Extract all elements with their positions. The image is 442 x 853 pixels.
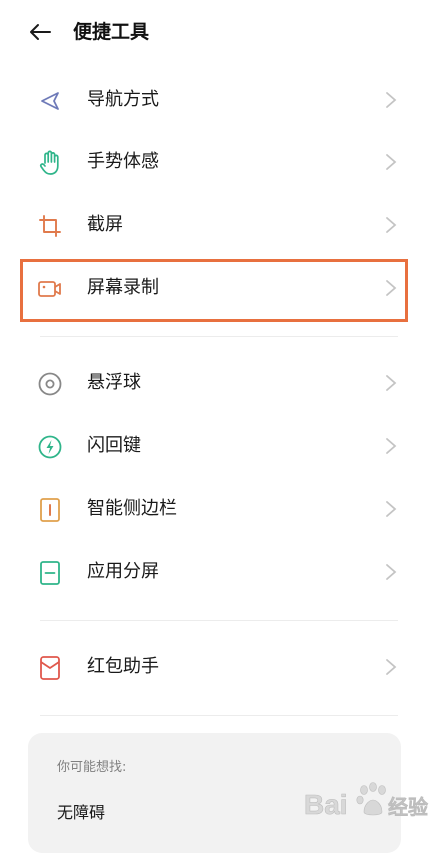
suggestions-heading: 你可能想找: <box>57 760 127 775</box>
menu-item-floating-ball[interactable]: 悬浮球 <box>0 352 442 414</box>
divider <box>40 336 398 337</box>
arrow-left-icon <box>30 24 51 40</box>
hand-gesture-icon <box>36 149 64 177</box>
menu-item-label: 悬浮球 <box>87 372 141 393</box>
app-header: 便捷工具 <box>0 0 442 64</box>
red-envelope-icon <box>36 654 64 682</box>
divider <box>40 715 398 716</box>
menu-item-navigation[interactable]: 导航方式 <box>0 69 442 131</box>
menu-item-smart-sidebar[interactable]: 智能侧边栏 <box>0 478 442 540</box>
chevron-right-icon <box>386 217 397 233</box>
menu-item-label: 闪回键 <box>87 435 141 456</box>
chevron-right-icon <box>386 438 397 454</box>
flash-back-icon <box>36 433 64 461</box>
chevron-right-icon <box>386 92 397 108</box>
suggestion-item[interactable]: 无障碍 <box>57 801 105 825</box>
highlight-box <box>20 259 408 322</box>
menu-item-label: 截屏 <box>87 214 123 235</box>
split-screen-icon <box>36 559 64 587</box>
menu-item-label: 应用分屏 <box>87 561 159 582</box>
menu-item-screenshot[interactable]: 截屏 <box>0 194 442 256</box>
menu-item-flash-back[interactable]: 闪回键 <box>0 415 442 477</box>
divider <box>40 620 398 621</box>
chevron-right-icon <box>386 154 397 170</box>
back-button[interactable] <box>26 18 54 46</box>
menu-item-gesture[interactable]: 手势体感 <box>0 131 442 193</box>
menu-item-split-screen[interactable]: 应用分屏 <box>0 541 442 603</box>
navigation-arrow-icon <box>36 87 64 115</box>
chevron-right-icon <box>386 659 397 675</box>
baidu-watermark-logo: Bai 经验 <box>304 782 428 820</box>
menu-item-label: 手势体感 <box>87 151 159 172</box>
crop-screenshot-icon <box>36 212 64 240</box>
svg-text:经验: 经验 <box>388 795 428 819</box>
sidebar-icon <box>36 496 64 524</box>
menu-item-label: 导航方式 <box>87 89 159 110</box>
page-title: 便捷工具 <box>73 21 150 43</box>
menu-item-red-envelope[interactable]: 红包助手 <box>0 636 442 698</box>
svg-text:Bai: Bai <box>304 789 348 820</box>
menu-item-label: 红包助手 <box>87 656 159 677</box>
floating-ball-icon <box>36 370 64 398</box>
chevron-right-icon <box>386 501 397 517</box>
chevron-right-icon <box>386 375 397 391</box>
menu-item-label: 智能侧边栏 <box>87 498 177 519</box>
chevron-right-icon <box>386 564 397 580</box>
